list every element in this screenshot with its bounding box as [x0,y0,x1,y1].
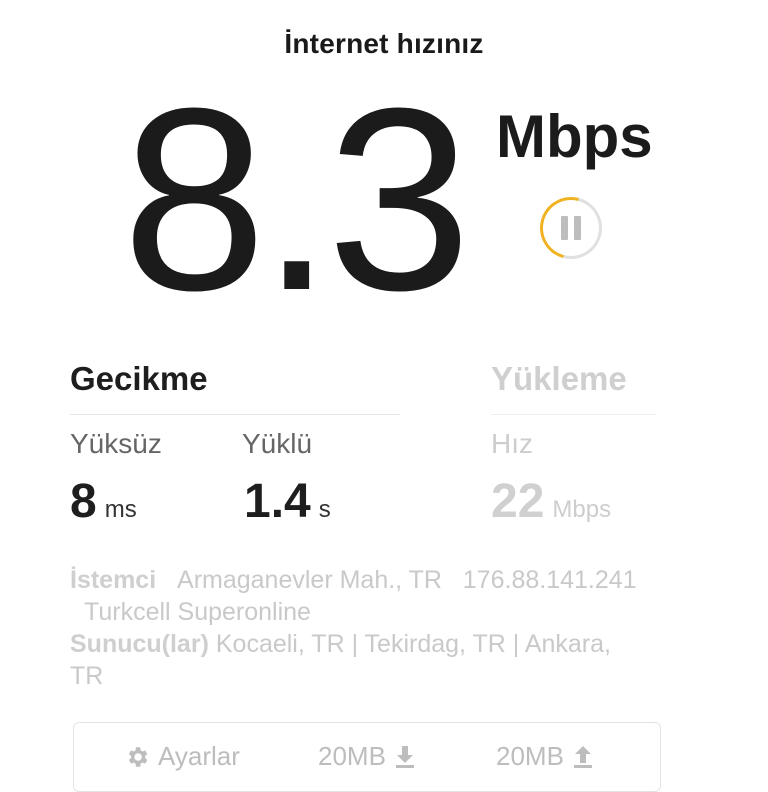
speed-value: 8.3 [122,55,471,345]
server-list: Kocaeli, TR | Tekirdag, TR | Ankara, [215,630,611,658]
unloaded-latency-metric: 8 ms [70,474,137,529]
server-list-continued: TR [70,662,104,690]
speed-unit: Mbps [496,103,653,170]
upload-heading: Yükleme [491,360,627,397]
download-size-button[interactable]: 20MB [318,741,416,772]
latency-heading: Gecikme [70,360,208,397]
upload-divider [491,414,656,415]
pause-icon [561,216,581,240]
client-info: İstemci Armaganevler Mah., TR 176.88.141… [70,564,690,596]
pause-button[interactable] [528,185,614,271]
client-isp: Turkcell Superonline [84,598,311,626]
upload-speed-metric: 22 Mbps [491,474,611,529]
unloaded-latency-value: 8 [70,475,97,528]
upload-size-label: 20MB [496,741,564,771]
server-label: Sunucu(lar) [70,630,209,658]
server-info: Sunucu(lar) Kocaeli, TR | Tekirdag, TR |… [70,628,690,660]
upload-speed-value: 22 [491,475,545,528]
download-size-label: 20MB [318,741,386,771]
client-label: İstemci [70,566,157,594]
loaded-latency-metric: 1.4 s [244,474,331,529]
upload-arrow-icon [572,744,594,770]
client-location: Armaganevler Mah., TR [177,566,442,594]
upload-size-button[interactable]: 20MB [496,741,594,772]
upload-speed-unit: Mbps [552,496,612,523]
unloaded-latency-unit: ms [104,496,137,523]
loaded-latency-value: 1.4 [244,475,311,528]
upload-speed-label: Hız [491,428,533,459]
settings-button[interactable]: Ayarlar [124,741,240,772]
gear-icon [124,744,150,770]
settings-label: Ayarlar [158,741,240,771]
client-ip: 176.88.141.241 [462,566,637,594]
latency-divider [70,414,400,415]
loaded-latency-unit: s [318,496,331,523]
loaded-latency-label: Yüklü [242,428,313,459]
unloaded-latency-label: Yüksüz [70,428,162,459]
download-arrow-icon [394,744,416,770]
